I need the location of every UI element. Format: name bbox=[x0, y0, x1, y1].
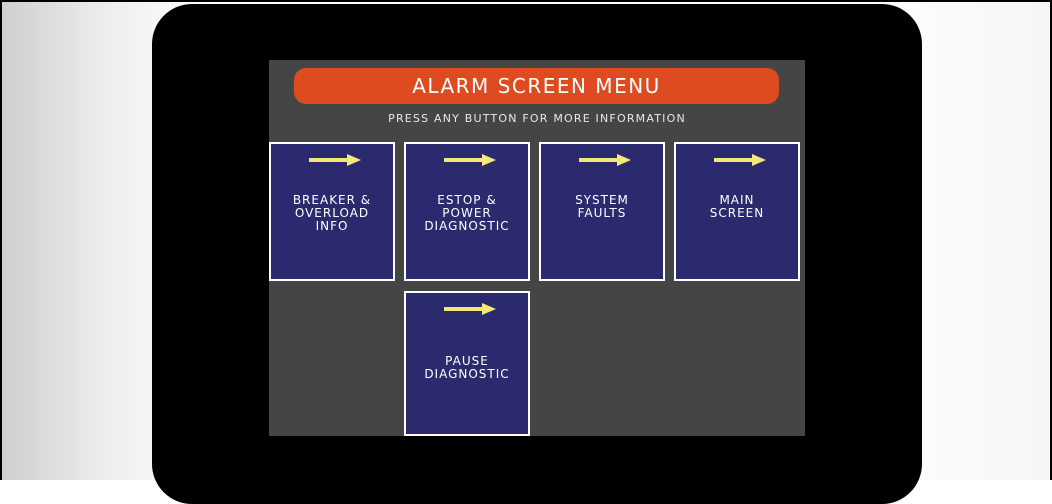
button-label: ESTOP & POWER DIAGNOSTIC bbox=[424, 193, 510, 233]
main-screen-button[interactable]: MAIN SCREEN bbox=[674, 142, 800, 281]
button-label: BREAKER & OVERLOAD INFO bbox=[292, 193, 372, 233]
system-faults-button[interactable]: SYSTEM FAULTS bbox=[539, 142, 665, 281]
hmi-screen: ALARM SCREEN MENU PRESS ANY BUTTON FOR M… bbox=[269, 60, 805, 436]
pause-diagnostic-button[interactable]: PAUSE DIAGNOSTIC bbox=[404, 291, 530, 436]
breaker-overload-info-button[interactable]: BREAKER & OVERLOAD INFO bbox=[269, 142, 395, 281]
button-label: PAUSE DIAGNOSTIC bbox=[424, 354, 510, 381]
right-arrow-icon bbox=[444, 154, 496, 166]
right-arrow-icon bbox=[444, 303, 496, 315]
page-title: ALARM SCREEN MENU bbox=[412, 74, 661, 98]
outer-frame: ALARM SCREEN MENU PRESS ANY BUTTON FOR M… bbox=[0, 0, 1052, 504]
right-arrow-icon bbox=[309, 154, 361, 166]
right-arrow-icon bbox=[579, 154, 631, 166]
button-label: MAIN SCREEN bbox=[709, 193, 765, 220]
page-subtitle: PRESS ANY BUTTON FOR MORE INFORMATION bbox=[388, 112, 686, 125]
title-bar: ALARM SCREEN MENU bbox=[294, 68, 779, 104]
estop-power-diagnostic-button[interactable]: ESTOP & POWER DIAGNOSTIC bbox=[404, 142, 530, 281]
right-arrow-icon bbox=[714, 154, 766, 166]
button-label: SYSTEM FAULTS bbox=[575, 193, 629, 220]
